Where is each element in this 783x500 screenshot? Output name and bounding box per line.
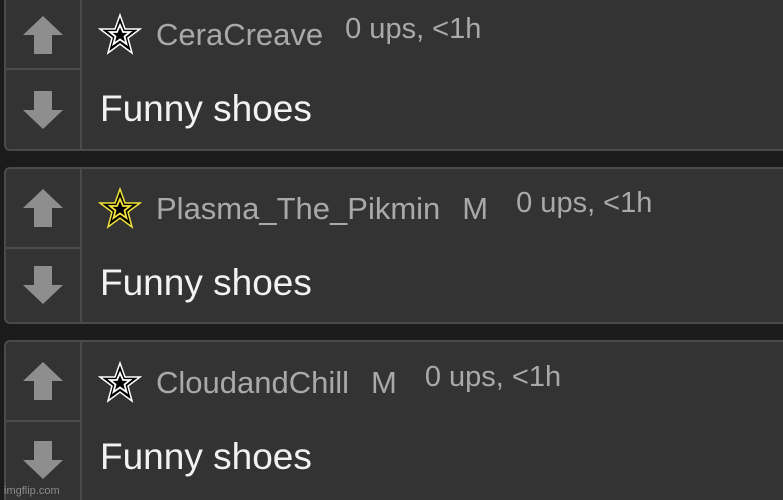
username-link[interactable]: CeraCreave: [156, 17, 323, 53]
arrow-up-icon: [23, 16, 63, 54]
arrow-up-icon: [23, 189, 63, 227]
downvote-button[interactable]: [6, 70, 80, 149]
vote-column: [6, 169, 82, 322]
comment-header: Plasma_The_Pikmin M 0 ups, <1h: [98, 184, 652, 234]
comment-text: Funny shoes: [100, 88, 312, 129]
upvote-button[interactable]: [6, 169, 80, 249]
arrow-down-icon: [23, 90, 63, 129]
imgflip-watermark: imgflip.com: [4, 485, 60, 497]
upvote-button[interactable]: [6, 342, 80, 422]
upvote-button[interactable]: [6, 2, 80, 70]
mod-badge: M: [371, 365, 397, 400]
star-outline-white-icon: [98, 13, 142, 55]
comment-meta: 0 ups, <1h: [345, 12, 482, 45]
vote-column: [6, 0, 82, 149]
vote-column: [6, 342, 82, 500]
comment-card: CeraCreave 0 ups, <1h Funny shoes: [4, 0, 783, 151]
arrow-down-icon: [23, 265, 63, 304]
arrow-up-icon: [23, 362, 63, 400]
star-outline-yellow-icon: [98, 187, 142, 229]
comment-card: Plasma_The_Pikmin M 0 ups, <1h Funny sho…: [4, 167, 783, 324]
username-link[interactable]: Plasma_The_Pikmin: [156, 191, 440, 227]
comment-text: Funny shoes: [100, 262, 312, 303]
mod-badge: M: [462, 191, 489, 226]
comment-meta: 0 ups, <1h: [516, 186, 653, 219]
comment-text: Funny shoes: [100, 436, 312, 477]
arrow-down-icon: [23, 441, 63, 479]
downvote-button[interactable]: [6, 247, 80, 322]
comment-meta: 0 ups, <1h: [424, 360, 562, 393]
username-link[interactable]: CloudandChill: [156, 365, 349, 401]
comment-card: CloudandChill M 0 ups, <1h Funny shoes: [4, 340, 783, 500]
comment-header: CloudandChill M 0 ups, <1h: [98, 358, 561, 408]
star-outline-white-icon: [98, 361, 142, 403]
comment-header: CeraCreave 0 ups, <1h: [98, 10, 481, 60]
